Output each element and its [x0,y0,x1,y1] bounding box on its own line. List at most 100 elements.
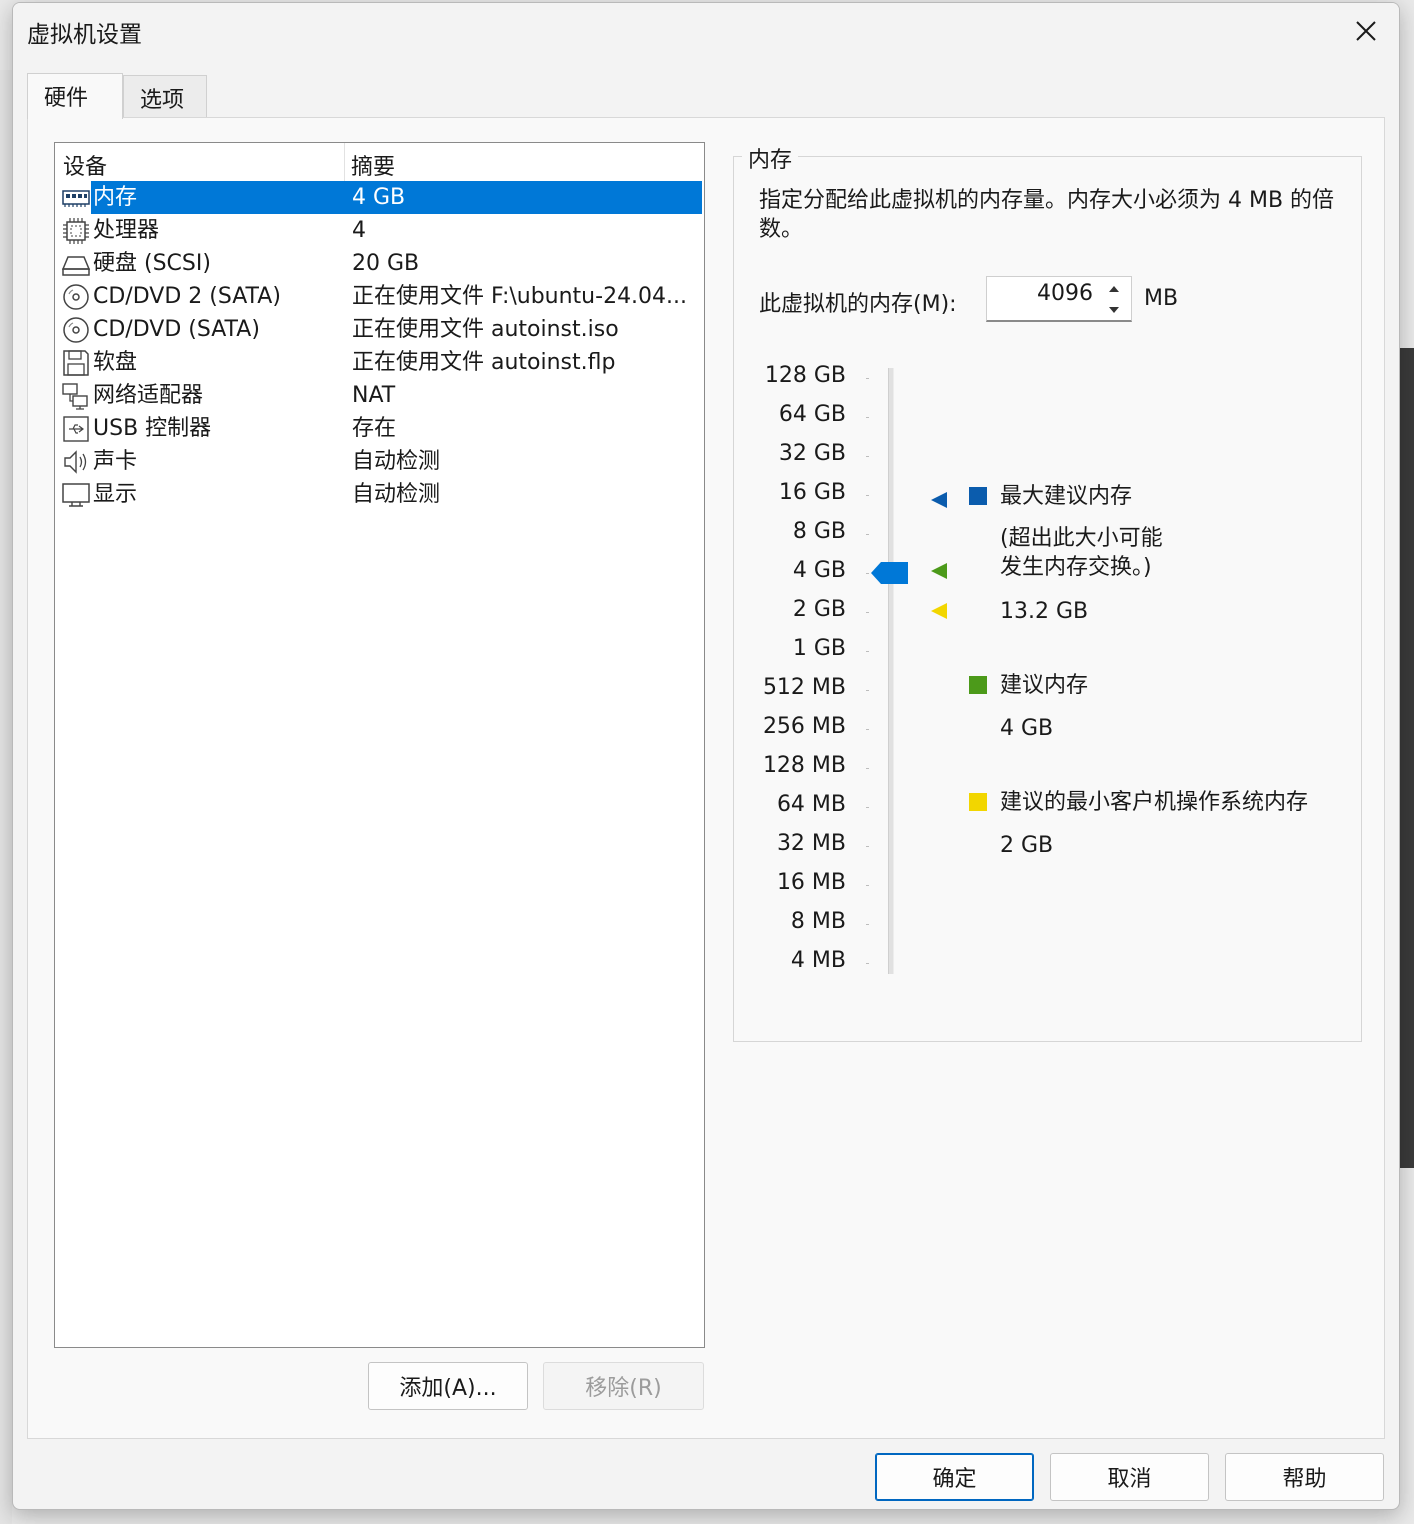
scale-label: 16 GB [778,480,846,505]
cd-dvd-icon [63,284,89,310]
close-icon [1356,21,1376,41]
min-guest-label: 建议的最小客户机操作系统内存 [1000,790,1309,815]
min-guest-marker-icon [931,603,947,619]
scale-label: 2 GB [792,597,846,622]
memory-slider-thumb[interactable] [870,561,910,585]
recommended-marker-icon [931,563,947,579]
sound-card-icon [64,450,87,474]
scale-tick [866,651,869,652]
device-name: 软盘 [93,350,138,375]
remove-device-button[interactable]: 移除(R) [543,1362,704,1410]
device-name: CD/DVD 2 (SATA) [93,284,281,309]
scale-label: 8 GB [792,519,846,544]
memory-slider-track[interactable] [888,368,894,974]
scale-tick [866,963,869,964]
memory-size-input[interactable]: 4096 [986,276,1132,322]
max-recommended-note: (超出此大小可能 发生内存交换。) [1000,526,1163,580]
device-row-floppy[interactable]: 软盘 正在使用文件 autoinst.flp [57,346,702,379]
memory-input-label: 此虚拟机的内存(M): [759,292,957,317]
scale-tick [866,885,869,886]
device-summary: 20 GB [352,251,420,276]
vm-settings-dialog: 虚拟机设置 硬件 选项 设备 摘要 内存 4 GB 处理器 4 硬盘 (SCSI… [12,2,1400,1510]
recommended-value: 4 GB [1000,716,1054,741]
recommended-label: 建议内存 [1000,673,1089,698]
scale-tick [866,417,869,418]
max-recommended-marker-icon [931,492,947,508]
scale-label: 128 MB [762,753,846,778]
device-name: 网络适配器 [93,383,204,408]
scale-tick [866,768,869,769]
device-summary: 正在使用文件 F:\ubuntu-24.04... [352,284,688,309]
device-summary: 自动检测 [352,482,441,507]
close-button[interactable] [1343,11,1389,51]
device-summary: 存在 [352,416,397,441]
tab-hardware[interactable]: 硬件 [27,73,123,119]
device-row-processor[interactable]: 处理器 4 [57,214,702,247]
device-name: 内存 [91,181,346,214]
column-header-summary[interactable]: 摘要 [351,149,395,181]
add-device-button[interactable]: 添加(A)... [368,1362,528,1410]
processor-icon [63,218,89,244]
device-summary: 正在使用文件 autoinst.iso [352,317,619,342]
network-adapter-icon [62,383,88,410]
max-recommended-value: 13.2 GB [1000,599,1089,624]
max-recommended-swatch [969,487,987,505]
device-name: 声卡 [93,449,138,474]
device-list[interactable]: 设备 摘要 内存 4 GB 处理器 4 硬盘 (SCSI) 20 GB CD/D… [54,142,705,1348]
scale-label: 128 GB [764,363,846,388]
cd-dvd-icon [63,317,89,343]
scale-tick [866,729,869,730]
scale-tick [866,534,869,535]
scale-label: 512 MB [762,675,846,700]
min-guest-swatch [969,793,987,811]
background-window-edge-right [1400,348,1414,1168]
scale-tick [866,573,869,574]
cancel-button[interactable]: 取消 [1050,1453,1209,1501]
scale-tick [866,690,869,691]
scale-tick [866,924,869,925]
device-summary: 正在使用文件 autoinst.flp [352,350,616,375]
scale-label: 32 GB [778,441,846,466]
decrease-button[interactable] [1099,299,1129,320]
usb-controller-icon [63,416,89,442]
device-row-memory[interactable]: 内存 4 GB [57,181,702,214]
device-row-network-adapter[interactable]: 网络适配器 NAT [57,379,702,412]
device-summary: 4 GB [346,181,702,214]
device-row-sound-card[interactable]: 声卡 自动检测 [57,445,702,478]
increase-button[interactable] [1099,278,1129,299]
floppy-icon [63,350,89,376]
column-header-device[interactable]: 设备 [63,149,107,181]
chevron-up-icon [1109,285,1119,292]
memory-size-value[interactable]: 4096 [1037,281,1093,306]
scale-tick [866,846,869,847]
scale-label: 8 MB [790,909,846,934]
device-name: 硬盘 (SCSI) [93,251,211,276]
device-row-cd-dvd[interactable]: CD/DVD (SATA) 正在使用文件 autoinst.iso [57,313,702,346]
scale-label: 256 MB [762,714,846,739]
device-summary: 4 [352,218,366,243]
device-row-usb-controller[interactable]: USB 控制器 存在 [57,412,702,445]
device-name: 显示 [93,482,138,507]
scale-label: 64 GB [778,402,846,427]
scale-tick [866,612,869,613]
device-name: USB 控制器 [93,416,212,441]
device-row-hard-disk[interactable]: 硬盘 (SCSI) 20 GB [57,247,702,280]
scale-label: 64 MB [776,792,846,817]
help-button[interactable]: 帮助 [1225,1453,1384,1501]
device-row-display[interactable]: 显示 自动检测 [57,478,702,511]
display-icon [62,483,90,507]
memory-icon [62,190,90,207]
hard-disk-icon [61,256,91,276]
scale-label: 4 MB [790,948,846,973]
column-divider[interactable] [344,143,345,181]
memory-unit: MB [1144,286,1179,311]
memory-description: 指定分配给此虚拟机的内存量。内存大小必须为 4 MB 的倍数。 [759,188,1335,242]
tab-options[interactable]: 选项 [123,75,207,119]
scale-label: 1 GB [792,636,846,661]
scale-tick [866,456,869,457]
ok-button[interactable]: 确定 [875,1453,1034,1501]
scale-label: 32 MB [776,831,846,856]
memory-group-title: 内存 [742,142,799,174]
device-row-cd-dvd-2[interactable]: CD/DVD 2 (SATA) 正在使用文件 F:\ubuntu-24.04..… [57,280,702,313]
dialog-title: 虚拟机设置 [27,22,142,48]
